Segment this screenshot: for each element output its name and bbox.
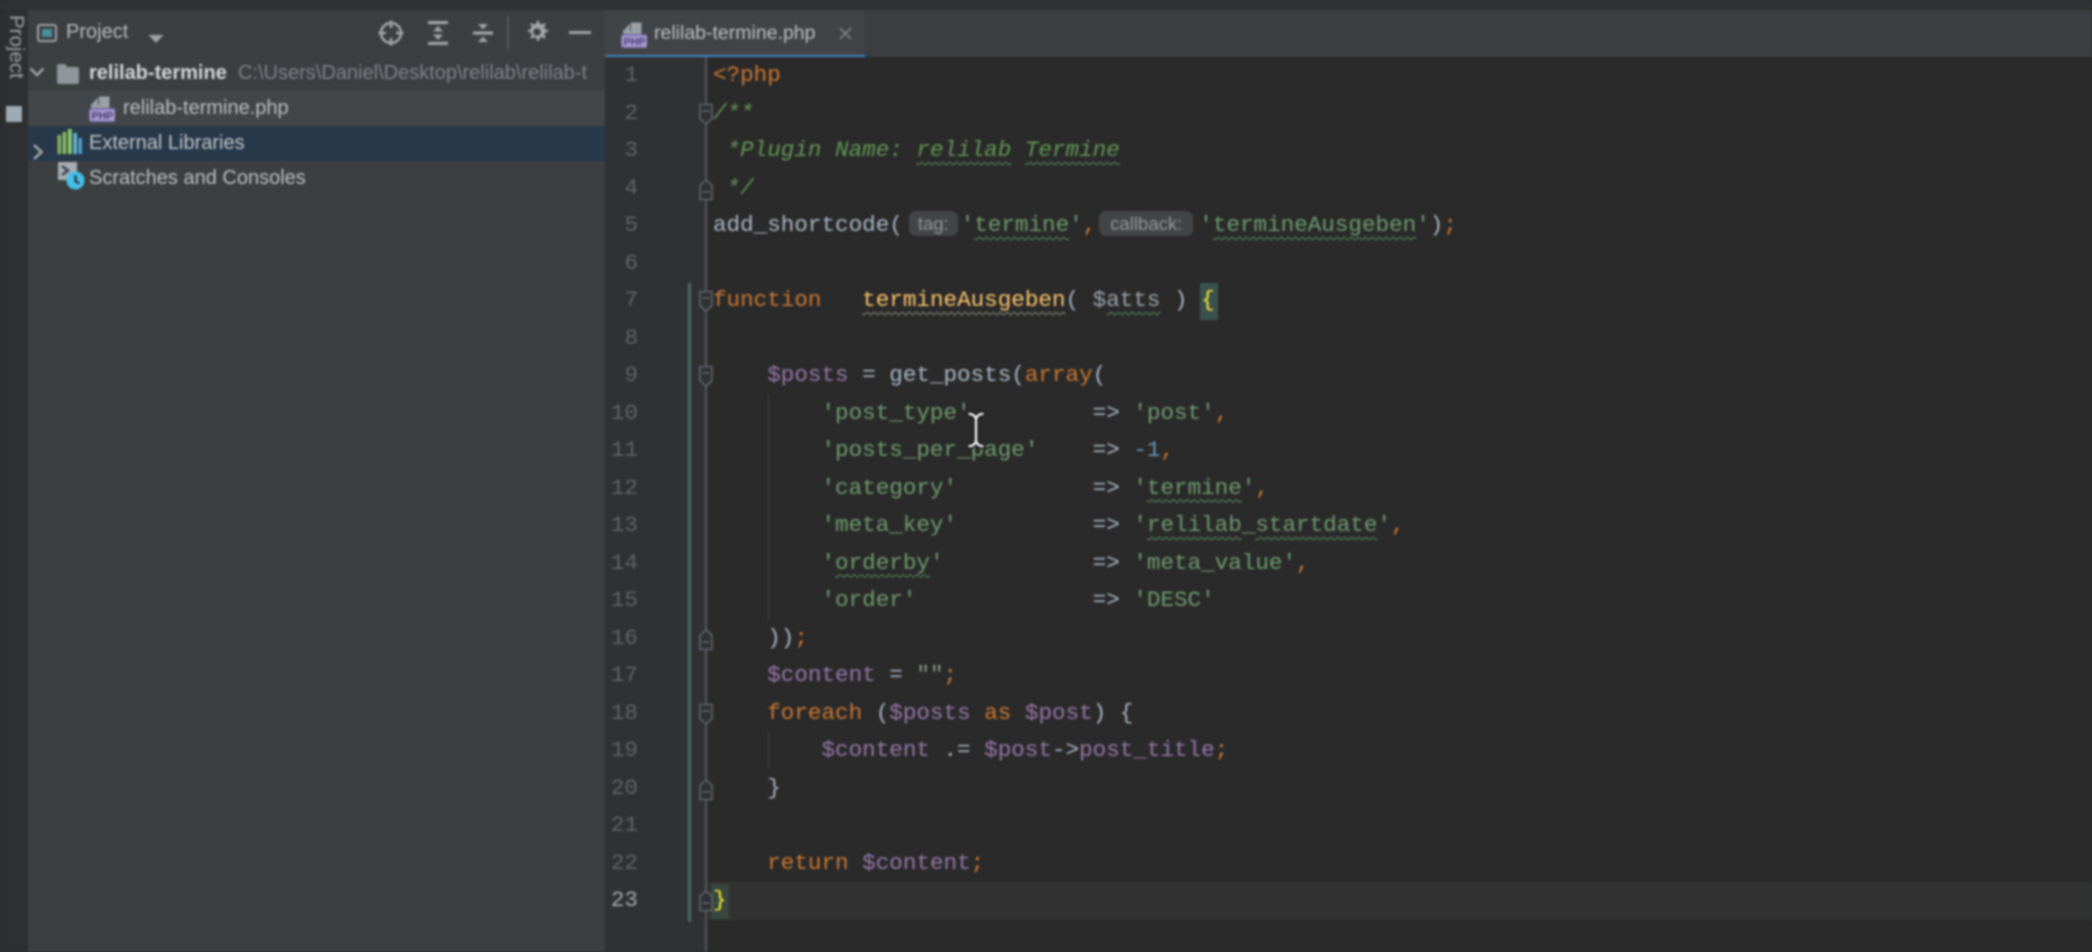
svg-text:PHP: PHP	[624, 36, 646, 48]
svg-text:PHP: PHP	[92, 110, 114, 122]
